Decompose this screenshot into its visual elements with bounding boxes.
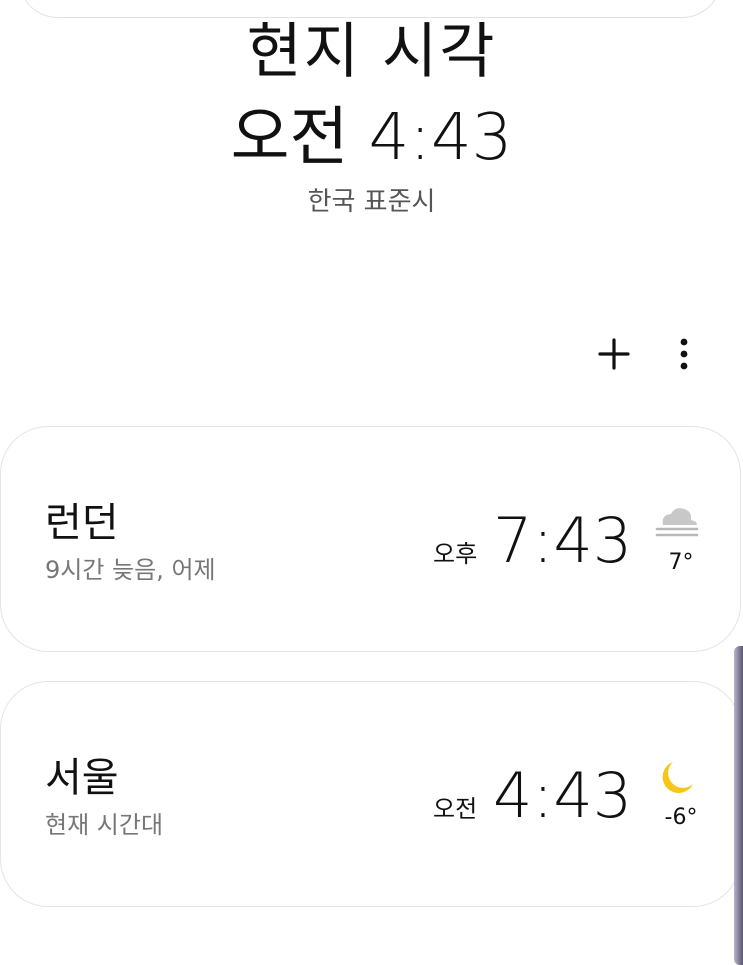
add-city-button[interactable] (590, 330, 638, 378)
city-temperature: 7° (668, 550, 694, 575)
city-name: 런던 (45, 500, 119, 546)
city-time: 4:43 (493, 759, 633, 832)
local-timezone: 한국 표준시 (307, 187, 436, 217)
city-card-seoul[interactable]: 서울 현재 시간대 오전 4:43 -6° (0, 681, 741, 907)
city-time-difference: 현재 시간대 (45, 811, 164, 839)
local-time-display: 오전 4:43 (230, 101, 513, 175)
more-vert-icon (680, 338, 688, 370)
city-card-london[interactable]: 런던 9시간 늦음, 어제 오후 7:43 7° (0, 426, 741, 652)
edge-panel-handle[interactable] (734, 646, 743, 965)
crescent-moon-icon (662, 762, 693, 793)
more-options-button[interactable] (664, 330, 704, 378)
city-time: 7:43 (493, 504, 633, 577)
local-time-title: 현지 시각 (246, 17, 497, 87)
city-time-difference: 9시간 늦음, 어제 (45, 556, 216, 584)
city-ampm: 오후 (433, 540, 478, 568)
fog-cloud-icon (655, 508, 699, 537)
world-clock-screen: 현지 시각 오전 4:43 한국 표준시 런던 9시간 늦음, 어제 오후 7:… (0, 0, 743, 965)
city-ampm: 오전 (433, 795, 478, 823)
city-temperature: -6° (664, 805, 698, 830)
plus-icon (598, 338, 630, 370)
city-name: 서울 (45, 755, 119, 801)
